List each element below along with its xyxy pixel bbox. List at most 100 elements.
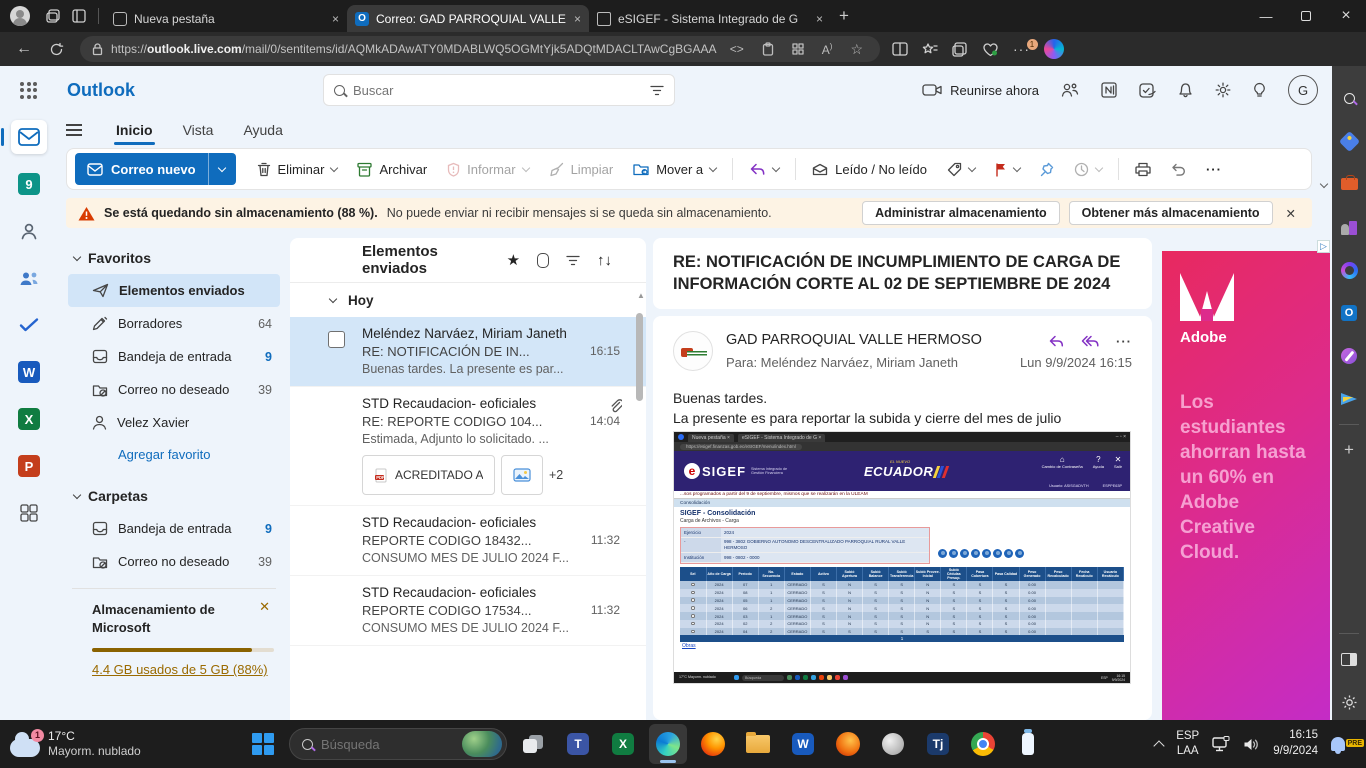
attachment-chip-pdf[interactable]: PDF ACREDITADO A... — [362, 455, 495, 495]
scroll-up-arrow[interactable]: ▲ — [637, 291, 645, 300]
app-icon-orange[interactable] — [829, 724, 867, 764]
collapse-ribbon-icon[interactable] — [1320, 180, 1328, 188]
sidebar-add-icon[interactable]: + — [1339, 440, 1359, 460]
rail-people-icon[interactable] — [11, 214, 47, 248]
explorer-taskbar-icon[interactable] — [739, 724, 777, 764]
manage-storage-button[interactable]: Administrar almacenamiento — [862, 201, 1060, 225]
favorite-star-icon[interactable]: ☆ — [845, 41, 868, 58]
word-taskbar-icon[interactable]: W — [784, 724, 822, 764]
vertical-tabs-icon[interactable] — [66, 3, 92, 29]
undo-button[interactable] — [1162, 153, 1195, 185]
browser-tab-esigef[interactable]: eSIGEF - Sistema Integrado de G × — [589, 5, 831, 32]
paper-plane-icon[interactable] — [1339, 389, 1359, 409]
teams-taskbar-icon[interactable]: T — [559, 724, 597, 764]
shopping-icon[interactable] — [1339, 131, 1359, 151]
clipboard-icon[interactable] — [757, 42, 779, 56]
sidebar-folder-inbox[interactable]: Bandeja de entrada9 — [68, 512, 280, 545]
back-icon[interactable]: ← — [10, 35, 38, 63]
tab-inicio[interactable]: Inicio — [114, 118, 155, 142]
mail-item-4[interactable]: STD Recaudacion- eoficiales REPORTE CODI… — [290, 576, 646, 646]
folders-header[interactable]: Carpetas — [68, 480, 280, 512]
split-screen-icon[interactable] — [892, 42, 908, 56]
rail-mail-icon[interactable] — [11, 120, 47, 154]
archive-button[interactable]: Archivar — [348, 153, 436, 185]
list-scrollbar[interactable]: ▲ — [636, 287, 644, 720]
rail-word-icon[interactable]: W — [11, 355, 47, 389]
app-icon-gray[interactable] — [874, 724, 912, 764]
new-tab-button[interactable]: + — [839, 6, 849, 26]
read-unread-button[interactable]: Leído / No leído — [803, 153, 936, 185]
storage-usage-link[interactable]: 4.4 GB usados de 5 GB (88%) — [92, 662, 268, 677]
designer-icon[interactable] — [1339, 346, 1359, 366]
tray-expand-icon[interactable] — [1154, 740, 1165, 751]
tab-vista[interactable]: Vista — [181, 118, 216, 142]
pin-button[interactable] — [1031, 153, 1063, 185]
move-to-button[interactable]: Mover a — [624, 153, 725, 185]
close-button[interactable]: × — [1326, 1, 1366, 31]
copilot-icon[interactable] — [1044, 39, 1064, 59]
sidebar-item-inbox[interactable]: Bandeja de entrada9 — [68, 340, 280, 373]
filter-icon[interactable] — [566, 255, 580, 266]
edge-taskbar-icon[interactable] — [649, 724, 687, 764]
read-aloud-icon[interactable]: A) — [817, 42, 838, 57]
mail-item-2[interactable]: STD Recaudacion- eoficiales RE: REPORTE … — [290, 387, 646, 506]
sidebar-item-junk[interactable]: Correo no deseado39 — [68, 373, 280, 406]
add-favorite-link[interactable]: Agregar favorito — [68, 439, 280, 470]
bell-icon[interactable] — [1178, 82, 1193, 98]
attachment-chip-image[interactable] — [501, 455, 543, 495]
restore-button[interactable] — [1286, 1, 1326, 31]
flag-button[interactable] — [986, 153, 1029, 185]
sidebar-item-person[interactable]: Velez Xavier — [68, 406, 280, 439]
search-filter-icon[interactable] — [650, 85, 664, 96]
favorites-header[interactable]: Favoritos — [68, 242, 280, 274]
outlook-sidebar-icon[interactable]: O — [1339, 303, 1359, 323]
app-icon-navy[interactable]: Tj — [919, 724, 957, 764]
group-header-today[interactable]: Hoy — [290, 283, 646, 317]
minimize-button[interactable]: — — [1246, 1, 1286, 31]
mail-item-3[interactable]: STD Recaudacion- eoficiales REPORTE CODI… — [290, 506, 646, 576]
teams-icon[interactable] — [1061, 82, 1079, 98]
app-launcher-icon[interactable] — [14, 76, 43, 105]
tab-close-icon[interactable]: × — [816, 12, 823, 26]
browser-tab-outlook[interactable]: Correo: GAD PARROQUIAL VALLE × — [347, 5, 589, 32]
print-button[interactable] — [1126, 153, 1160, 185]
lightbulb-icon[interactable] — [1253, 82, 1266, 98]
search-input[interactable] — [353, 83, 642, 98]
onenote-icon[interactable] — [1101, 82, 1117, 98]
sidebar-panel-icon[interactable] — [1339, 649, 1359, 669]
weather-widget[interactable]: 1 17°CMayorm. nublado — [10, 729, 141, 759]
m365-icon[interactable] — [1339, 260, 1359, 280]
rail-powerpoint-icon[interactable]: P — [11, 449, 47, 483]
get-storage-button[interactable]: Obtener más almacenamiento — [1069, 201, 1273, 225]
toolbar-more-icon[interactable]: ··· — [1197, 153, 1231, 185]
address-bar[interactable]: https://outlook.live.com/mail/0/sentitem… — [80, 36, 880, 62]
volume-icon[interactable] — [1243, 737, 1260, 752]
notifications-icon[interactable] — [1331, 737, 1345, 751]
new-mail-dropdown[interactable] — [208, 153, 236, 185]
message-more-icon[interactable]: ··· — [1116, 334, 1132, 349]
sidebar-search-icon[interactable] — [1339, 88, 1359, 108]
task-view-icon[interactable] — [514, 724, 552, 764]
rail-more-apps-icon[interactable] — [11, 496, 47, 530]
browser-tab-new[interactable]: Nueva pestaña × — [105, 5, 347, 32]
favorites-bar-icon[interactable] — [922, 42, 938, 57]
clock[interactable]: 16:159/9/2024 — [1273, 728, 1318, 759]
new-mail-button[interactable]: Correo nuevo — [75, 153, 236, 185]
taskbar-search[interactable] — [289, 728, 507, 760]
categorize-button[interactable] — [938, 153, 984, 185]
code-icon[interactable]: <> — [725, 42, 749, 56]
tools-icon[interactable] — [1339, 174, 1359, 194]
star-icon[interactable]: ★ — [507, 251, 520, 269]
sidebar-settings-icon[interactable] — [1339, 692, 1359, 712]
select-all-icon[interactable] — [537, 253, 549, 268]
sender-avatar[interactable] — [673, 331, 713, 371]
search-box[interactable] — [323, 74, 675, 106]
tab-ayuda[interactable]: Ayuda — [241, 118, 284, 142]
collections-icon[interactable] — [952, 42, 968, 57]
firefox-taskbar-icon[interactable] — [694, 724, 732, 764]
more-attachments[interactable]: +2 — [549, 468, 563, 482]
sidebar-folder-junk[interactable]: Correo no deseado39 — [68, 545, 280, 578]
sidebar-item-drafts[interactable]: Borradores64 — [68, 307, 280, 340]
scrollbar-thumb[interactable] — [636, 313, 643, 401]
workspaces-icon[interactable] — [40, 3, 66, 29]
